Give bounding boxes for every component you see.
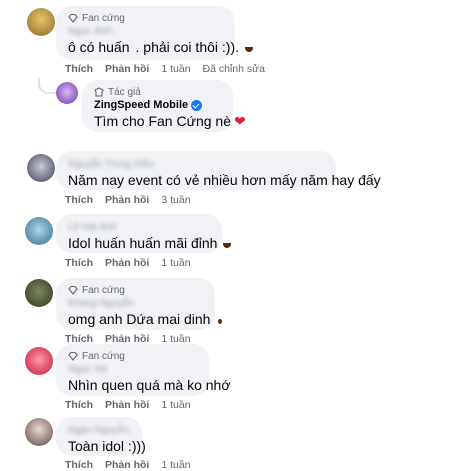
avatar[interactable] [56,82,78,104]
comment-actions: Thích Phản hồi 1 tuần [65,399,191,411]
like-button[interactable]: Thích [65,63,93,75]
avatar[interactable] [25,279,53,307]
comment-author[interactable]: Ngân Nguyễn [68,423,130,437]
comment-author[interactable]: Ngọc Ánh [68,24,223,38]
reply-button[interactable]: Phản hồi [105,63,149,75]
edited-label: Đã chỉnh sửa [202,63,266,75]
comment-actions: Thích Phản hồi 1 tuần [65,459,191,471]
author-badge-icon [94,87,104,97]
comment-author[interactable]: Khang Nguyễn [68,296,203,310]
reply-bubble: Tác giả ZingSpeed Mobile Tìm cho Fan Cứn… [82,80,246,132]
reply-text: Tìm cho Fan Cứng nè ❤ [94,113,246,129]
timestamp[interactable]: 1 tuần [161,257,190,269]
fan-badge-label: Fan cứng [82,350,125,362]
reply-thread-line [38,78,56,94]
comment-actions: Thích Phản hồi 3 tuần [65,194,191,206]
avatar[interactable] [25,347,53,375]
timestamp[interactable]: 1 tuần [161,459,190,471]
reply-button[interactable]: Phản hồi [105,399,149,411]
timestamp[interactable]: 1 tuần [161,63,190,75]
reply-author[interactable]: ZingSpeed Mobile [94,99,188,111]
comment-bubble: Ngân Nguyễn Toàn idol :))) [56,417,146,456]
like-button[interactable]: Thích [65,257,93,269]
avatar[interactable] [27,154,55,182]
reply-button[interactable]: Phản hồi [105,194,149,206]
reply-button[interactable]: Phản hồi [105,257,149,269]
reply-button[interactable]: Phản hồi [105,459,149,471]
avatar[interactable] [25,418,53,446]
comment-text: Idol huấn huấn mãi đỉnh [68,235,232,251]
verified-icon [191,99,203,111]
avatar[interactable] [27,8,55,36]
like-button[interactable]: Thích [65,459,93,471]
fan-badge-label: Fan cứng [82,284,125,296]
like-button[interactable]: Thích [65,399,93,411]
fan-badge-icon [68,285,78,295]
timestamp[interactable]: 3 tuần [161,194,190,206]
fan-badge-icon [68,13,78,23]
timestamp[interactable]: 1 tuần [161,399,190,411]
like-button[interactable]: Thích [65,194,93,206]
comment-actions: Thích Phản hồi 1 tuần [65,257,191,269]
comment-actions: Thích Phản hồi 1 tuần Đã chỉnh sửa [65,63,265,75]
fan-badge-label: Fan cứng [82,12,125,24]
comment-author[interactable]: Ngọc Hà [68,362,197,376]
comment-bubble: Nguyễn Trung Hiếu Năm nay event có vẻ nh… [56,151,381,190]
comment-author[interactable]: Nguyễn Trung Hiếu [68,157,324,171]
comment-text: Năm nay event có vẻ nhiều hơn mấy năm ha… [68,172,381,188]
comment-text: ô có huấn . phải coi thôi :)). [68,39,253,55]
comment-text: Toàn idol :))) [68,438,146,454]
comment-bubble: Fan cứng Ngọc Hà Nhìn quen quá mà ko nhớ [56,344,231,396]
avatar[interactable] [25,217,53,245]
comment-bubble: Fan cứng Khang Nguyễn omg anh Dứa mai di… [56,278,223,330]
author-badge-label: Tác giả [108,86,141,98]
comment-author[interactable]: Lê Hải Anh [68,220,210,234]
comment-text: omg anh Dứa mai dinh [68,311,223,327]
fan-badge-icon [68,351,78,361]
comment-text: Nhìn quen quá mà ko nhớ [68,377,231,393]
comment-bubble: Fan cứng Ngọc Ánh ô có huấn . phải coi t… [56,6,253,60]
comment-bubble: Lê Hải Anh Idol huấn huấn mãi đỉnh [56,214,232,253]
heart-icon: ❤ [234,113,246,129]
